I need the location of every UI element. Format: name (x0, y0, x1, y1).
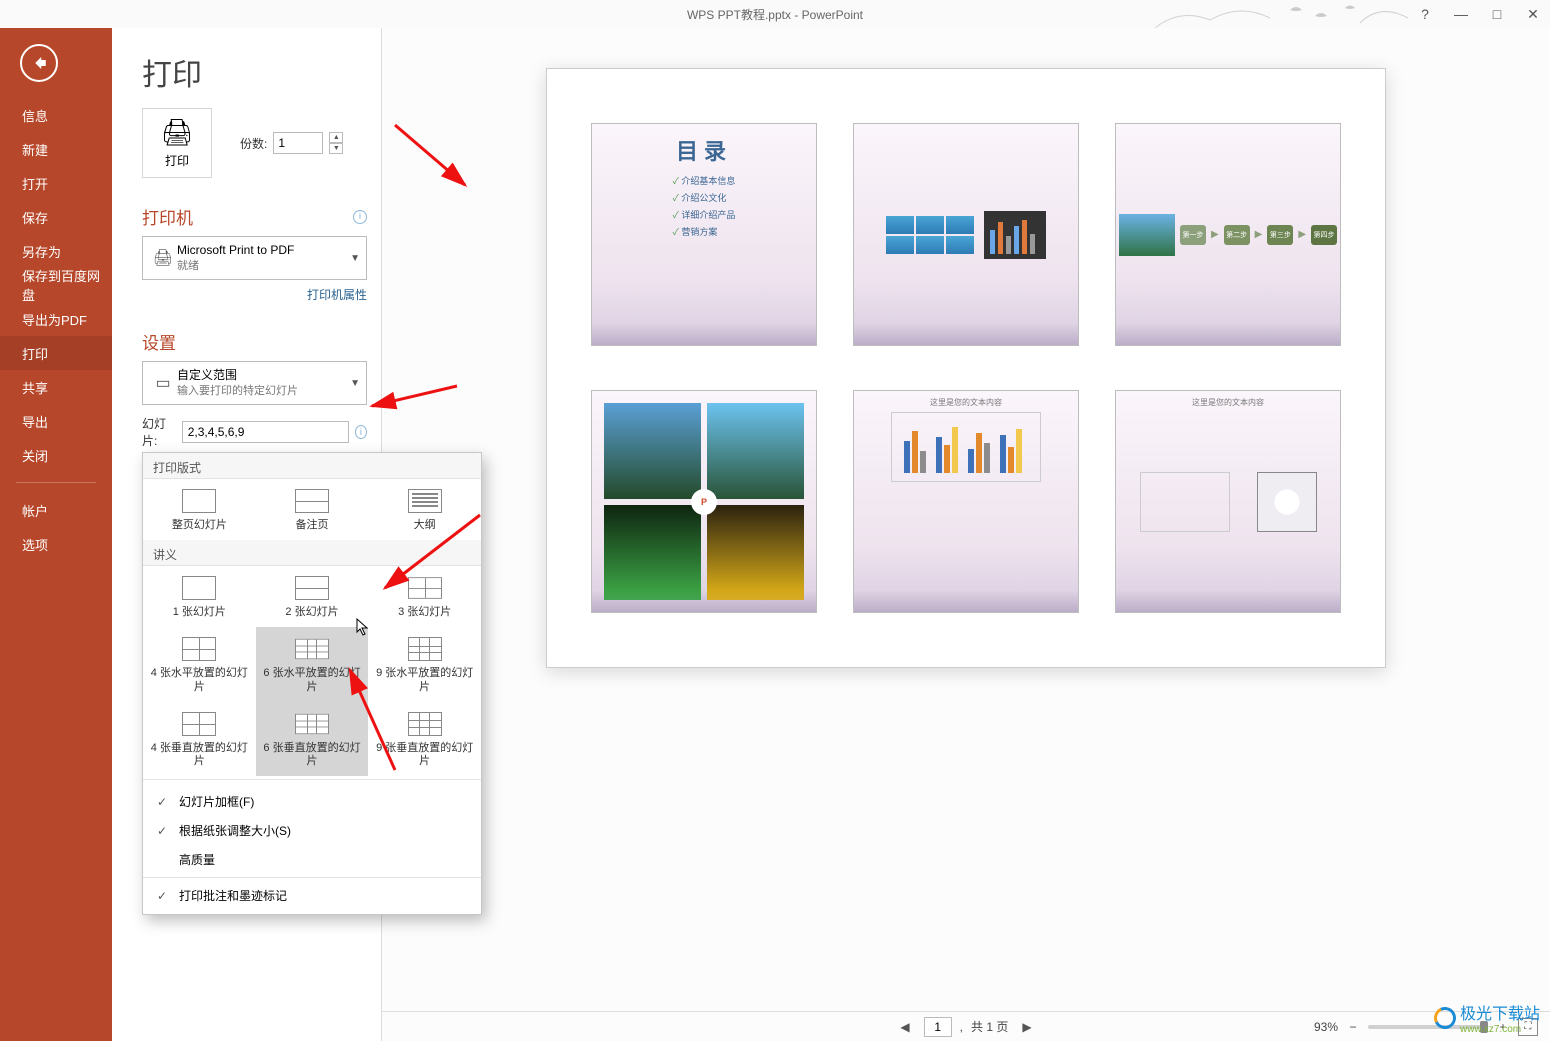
page-total: 共 1 页 (971, 1018, 1008, 1035)
layout-section-handout: 讲义 (143, 540, 481, 566)
zoom-controls: 93% − + ⛶ (1314, 1018, 1538, 1036)
range-sub: 输入要打印的特定幻灯片 (177, 384, 350, 399)
chevron-down-icon: ▼ (350, 378, 360, 389)
layout-3-slides[interactable]: 3 张幻灯片 (368, 566, 481, 627)
print-button-label: 打印 (165, 152, 189, 169)
layout-dropdown-panel: 打印版式 整页幻灯片 备注页 大纲 讲义 1 张幻灯片 2 张幻灯片 3 张幻灯… (142, 452, 482, 915)
layout-full-page[interactable]: 整页幻灯片 (143, 479, 256, 540)
preview-slide-6: 这里是您的文本内容 (1115, 390, 1341, 613)
layout-1-slide[interactable]: 1 张幻灯片 (143, 566, 256, 627)
layout-outline[interactable]: 大纲 (368, 479, 481, 540)
sidebar-item-share[interactable]: 共享 (0, 370, 112, 404)
sidebar-item-saveas[interactable]: 另存为 (0, 234, 112, 268)
powerpoint-badge-icon: P (691, 489, 717, 515)
preview-bottombar: ◀ , 共 1 页 ▶ 93% − + ⛶ (382, 1011, 1550, 1041)
sidebar-separator (16, 482, 96, 483)
copies-field: 份数: ▲ ▼ (240, 132, 343, 154)
opt-high-quality[interactable]: 高质量 (143, 845, 481, 874)
layout-9-vert[interactable]: 9 张垂直放置的幻灯片 (368, 702, 481, 776)
sidebar-item-baidu[interactable]: 保存到百度网盘 (0, 268, 112, 302)
sidebar-item-close[interactable]: 关闭 (0, 438, 112, 472)
title-bar: WPS PPT教程.pptx - PowerPoint ? — □ ✕ (0, 0, 1550, 28)
layout-6-vert[interactable]: 6 张垂直放置的幻灯片 (256, 702, 369, 776)
sidebar-item-new[interactable]: 新建 (0, 132, 112, 166)
print-button[interactable]: 🖨 打印 (142, 108, 212, 178)
printer-name: Microsoft Print to PDF (177, 242, 350, 259)
zoom-out-button[interactable]: − (1344, 1020, 1362, 1034)
copies-label: 份数: (240, 135, 267, 152)
settings-section-heading: 设置 (142, 329, 367, 354)
layout-4-horiz[interactable]: 4 张水平放置的幻灯片 (143, 627, 256, 701)
prev-page-button[interactable]: ◀ (894, 1020, 915, 1034)
back-button[interactable] (20, 44, 58, 82)
printer-status-icon: 🖨 (149, 248, 177, 268)
page-input[interactable] (924, 1017, 952, 1037)
slide1-title: 目录 (676, 134, 732, 166)
maximize-button[interactable]: □ (1486, 3, 1508, 25)
preview-slide-4: P (591, 390, 817, 613)
layout-2-slides[interactable]: 2 张幻灯片 (256, 566, 369, 627)
preview-slide-5: 这里是您的文本内容 (853, 390, 1079, 613)
slides-icon: ▭ (149, 373, 177, 393)
preview-page: 目录 介绍基本信息 介绍公文化 详细介绍产品 营销方案 (546, 68, 1386, 668)
window-controls: ? — □ ✕ (1414, 0, 1544, 28)
zoom-percent: 93% (1314, 1020, 1338, 1034)
document-title: WPS PPT教程.pptx - PowerPoint (687, 6, 863, 23)
slides-input[interactable] (182, 421, 349, 443)
printer-properties-link[interactable]: 打印机属性 (142, 286, 367, 303)
copies-spinner: ▲ ▼ (329, 132, 343, 154)
zoom-in-button[interactable]: + (1494, 1020, 1512, 1034)
zoom-fit-button[interactable]: ⛶ (1518, 1018, 1538, 1036)
layout-6-horiz[interactable]: 6 张水平放置的幻灯片 (256, 627, 369, 701)
range-title: 自定义范围 (177, 367, 350, 384)
sidebar-item-info[interactable]: 信息 (0, 98, 112, 132)
layout-9-horiz[interactable]: 9 张水平放置的幻灯片 (368, 627, 481, 701)
opt-frame-slides[interactable]: ✓幻灯片加框(F) (143, 787, 481, 816)
preview-slide-1: 目录 介绍基本信息 介绍公文化 详细介绍产品 营销方案 (591, 123, 817, 346)
slides-field-row: 幻灯片: i (142, 415, 367, 449)
opt-print-comments[interactable]: ✓打印批注和墨迹标记 (143, 881, 481, 910)
layout-4-vert[interactable]: 4 张垂直放置的幻灯片 (143, 702, 256, 776)
next-page-button[interactable]: ▶ (1016, 1020, 1037, 1034)
zoom-slider[interactable] (1368, 1025, 1488, 1029)
sidebar-item-open[interactable]: 打开 (0, 166, 112, 200)
copies-down[interactable]: ▼ (329, 143, 343, 154)
opt-scale-paper[interactable]: ✓根据纸张调整大小(S) (143, 816, 481, 845)
print-range-dropdown[interactable]: ▭ 自定义范围 输入要打印的特定幻灯片 ▼ (142, 361, 367, 405)
layout-notes-page[interactable]: 备注页 (256, 479, 369, 540)
sidebar-item-save[interactable]: 保存 (0, 200, 112, 234)
info-icon[interactable]: i (353, 210, 367, 224)
preview-slide-2 (853, 123, 1079, 346)
sidebar-item-export[interactable]: 导出 (0, 404, 112, 438)
sidebar-item-print[interactable]: 打印 (0, 336, 112, 370)
printer-icon: 🖨 (160, 117, 193, 148)
print-preview: 目录 介绍基本信息 介绍公文化 详细介绍产品 营销方案 (382, 28, 1550, 1041)
help-button[interactable]: ? (1414, 3, 1436, 25)
sidebar-item-exportpdf[interactable]: 导出为PDF (0, 302, 112, 336)
sidebar-item-options[interactable]: 选项 (0, 527, 112, 561)
preview-slide-3: 第一步▶ 第二步▶ 第三步▶ 第四步 (1115, 123, 1341, 346)
printer-status: 就绪 (177, 259, 350, 274)
backstage-sidebar: 信息 新建 打开 保存 另存为 保存到百度网盘 导出为PDF 打印 共享 导出 … (0, 28, 112, 1041)
printer-dropdown[interactable]: 🖨 Microsoft Print to PDF 就绪 ▼ (142, 236, 367, 280)
printer-section-heading: 打印机 i (142, 204, 367, 229)
copies-input[interactable] (273, 132, 323, 154)
sidebar-item-account[interactable]: 帐户 (0, 493, 112, 527)
info-icon[interactable]: i (355, 425, 367, 439)
slides-label: 幻灯片: (142, 415, 176, 449)
close-button[interactable]: ✕ (1522, 3, 1544, 25)
print-settings-pane: 打印 🖨 打印 份数: ▲ ▼ 打印机 i 🖨 Microsoft Print … (112, 28, 382, 1041)
layout-section-print: 打印版式 (143, 453, 481, 479)
minimize-button[interactable]: — (1450, 3, 1472, 25)
page-title: 打印 (142, 50, 367, 94)
chevron-down-icon: ▼ (350, 253, 360, 264)
copies-up[interactable]: ▲ (329, 132, 343, 143)
